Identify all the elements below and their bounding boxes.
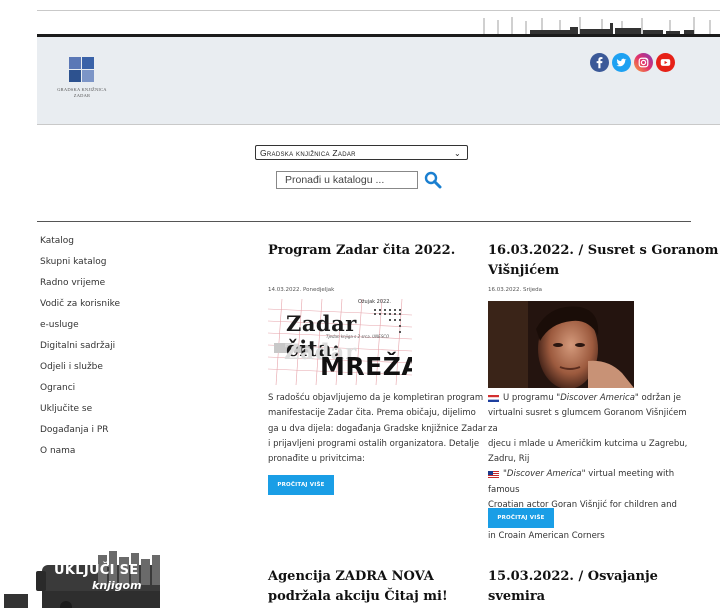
nav-item-ogranci[interactable]: Ogranci — [40, 381, 120, 402]
content-divider — [37, 221, 691, 222]
article-title-line-1: 16.03.2022. / Susret s Goranom — [488, 243, 719, 258]
nav-item-ukljucite-se[interactable]: Uključite se — [40, 402, 120, 423]
nav-item-skupni-katalog[interactable]: Skupni katalog — [40, 255, 120, 276]
portrait-image — [488, 301, 634, 388]
read-more-button[interactable]: PROČITAJ VIŠE — [268, 475, 334, 495]
article-body: S radošću objavljujemo da je kompletiran… — [268, 391, 486, 467]
poster-word: MREŽA — [320, 352, 412, 381]
instagram-icon[interactable] — [634, 53, 653, 72]
text-segment: U programu — [503, 393, 557, 403]
skyline-graphic — [483, 17, 711, 34]
croatia-flag-icon — [488, 393, 499, 402]
article-body-line: S radošću objavljujemo da je kompletiran… — [268, 393, 484, 403]
banner-line-2: knjigom — [92, 579, 142, 592]
usa-flag-icon — [488, 469, 499, 479]
chevron-down-icon: ⌄ — [453, 149, 461, 158]
floating-tab[interactable] — [4, 594, 28, 608]
text-segment: "Discover America" — [503, 469, 586, 480]
nav-item-e-usluge[interactable]: e-usluge — [40, 318, 120, 339]
article-body-line: i prijavljeni programi ostalih organizat… — [268, 438, 480, 449]
library-select-value: Gradska knjižnica Zadar — [260, 148, 356, 158]
article-title-line-1: 15.03.2022. / Osvajanje — [488, 569, 658, 584]
article-body-line: Zadru, Rij — [488, 454, 530, 465]
article-body-line: virtualni susret s glumcem Goranom Višnj… — [488, 408, 687, 434]
article-title-line-1: Agencija ZADRA NOVA — [268, 569, 434, 584]
nav-item-radno-vrijeme[interactable]: Radno vrijeme — [40, 276, 120, 297]
library-logo[interactable]: GRADSKA KNJIŽNICA ZADAR — [54, 57, 110, 111]
article-date: 14.03.2022. Ponedjeljak — [268, 287, 335, 293]
poster-month: Ožujak 2022. — [358, 299, 391, 305]
nav-item-odjeli[interactable]: Odjeli i službe — [40, 360, 120, 381]
search-icon[interactable] — [424, 171, 442, 189]
article-body-line: manifestacije Zadar čita. Prema običaju,… — [268, 408, 476, 419]
article-title-line-2: podržala akciju Čitaj mi! — [268, 589, 448, 604]
article-body-line: U programu "Discover America" održan je — [488, 391, 698, 406]
article-body-line: pronađite u privitcima: — [268, 454, 365, 465]
nav-item-katalog[interactable]: Katalog — [40, 234, 120, 255]
library-select[interactable]: Gradska knjižnica Zadar ⌄ — [255, 145, 468, 160]
nav-item-dogadanja[interactable]: Događanja i PR — [40, 423, 120, 444]
read-more-button[interactable]: PROČITAJ VIŠE — [488, 508, 554, 528]
logo-text: GRADSKA KNJIŽNICA ZADAR — [54, 87, 110, 99]
sidebar-nav: Katalog Skupni katalog Radno vrijeme Vod… — [40, 234, 120, 465]
article-title-line-2: svemira — [488, 589, 546, 604]
top-strip — [0, 0, 720, 38]
search-placeholder: Pronađi u katalogu ... — [285, 174, 385, 186]
nav-item-digitalni-sadrzaji[interactable]: Digitalni sadržaji — [40, 339, 120, 360]
article-body-line: ga u dva dijela: događanja Gradske knjiž… — [268, 423, 487, 434]
ukljuci-se-banner[interactable]: UKLJUČI SE knjigom — [36, 551, 164, 608]
article-body-line: "Discover America" virtual meeting with … — [488, 467, 698, 498]
facebook-icon[interactable] — [590, 53, 609, 72]
article-title[interactable]: 16.03.2022. / Susret s Goranom Višnjićem — [488, 241, 718, 281]
catalog-search-input[interactable]: Pronađi u katalogu ... — [276, 171, 418, 189]
article-date: 16.03.2022. Srijeda — [488, 287, 543, 293]
nav-item-vodic[interactable]: Vodič za korisnike — [40, 297, 120, 318]
article-title-line-2: Višnjićem — [488, 263, 560, 278]
top-divider — [37, 10, 720, 11]
article-image[interactable]: Ožujak 2022. Zadar čita: Tjedan knjiga s… — [268, 299, 412, 385]
nav-item-o-nama[interactable]: O nama — [40, 444, 120, 465]
article-title[interactable]: Agencija ZADRA NOVA podržala akciju Čita… — [268, 567, 448, 607]
article-body-line: in Croain American Corners — [488, 530, 605, 541]
article-title[interactable]: 15.03.2022. / Osvajanje svemira — [488, 567, 658, 607]
logo-mark — [69, 57, 95, 83]
twitter-icon[interactable] — [612, 53, 631, 72]
article-body-line: djecu i mlade u Američkim kutcima u Zagr… — [488, 438, 688, 449]
text-segment: održan je — [638, 393, 682, 403]
article-photo[interactable] — [488, 301, 634, 388]
youtube-icon[interactable] — [656, 53, 675, 72]
site-header: GRADSKA KNJIŽNICA ZADAR — [37, 37, 720, 125]
article-title[interactable]: Program Zadar čita 2022. — [268, 241, 455, 261]
banner-line-1: UKLJUČI SE — [54, 563, 139, 578]
logo-text-line-2: ZADAR — [73, 93, 91, 98]
text-segment: "Discover America" — [556, 393, 639, 403]
